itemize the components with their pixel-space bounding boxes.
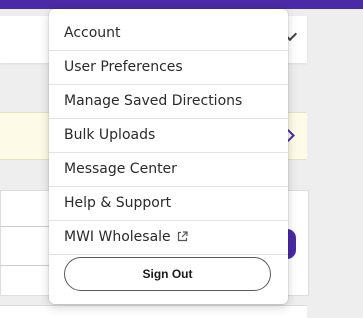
account-dropdown-menu: Account User Preferences Manage Saved Di… (49, 9, 288, 304)
menu-item-bulk-uploads[interactable]: Bulk Uploads (49, 119, 288, 153)
divider (0, 265, 52, 266)
menu-item-label: Account (64, 25, 121, 41)
background-card (0, 305, 307, 318)
menu-item-label: Bulk Uploads (64, 127, 156, 143)
menu-item-message-center[interactable]: Message Center (49, 153, 288, 187)
menu-item-help-support[interactable]: Help & Support (49, 187, 288, 221)
menu-item-label: Message Center (64, 161, 177, 177)
menu-item-label: MWI Wholesale (64, 229, 171, 245)
menu-item-label: Manage Saved Directions (64, 93, 243, 109)
menu-item-label: User Preferences (64, 59, 183, 75)
external-link-icon (177, 222, 188, 255)
menu-item-label: Help & Support (64, 195, 172, 211)
menu-item-manage-saved-directions[interactable]: Manage Saved Directions (49, 85, 288, 119)
divider (0, 226, 52, 227)
menu-item-user-preferences[interactable]: User Preferences (49, 51, 288, 85)
sign-out-button[interactable]: Sign Out (64, 257, 271, 291)
top-header-bar (0, 0, 363, 9)
menu-item-account[interactable]: Account (49, 17, 288, 51)
menu-item-mwi-wholesale[interactable]: MWI Wholesale (49, 221, 288, 255)
